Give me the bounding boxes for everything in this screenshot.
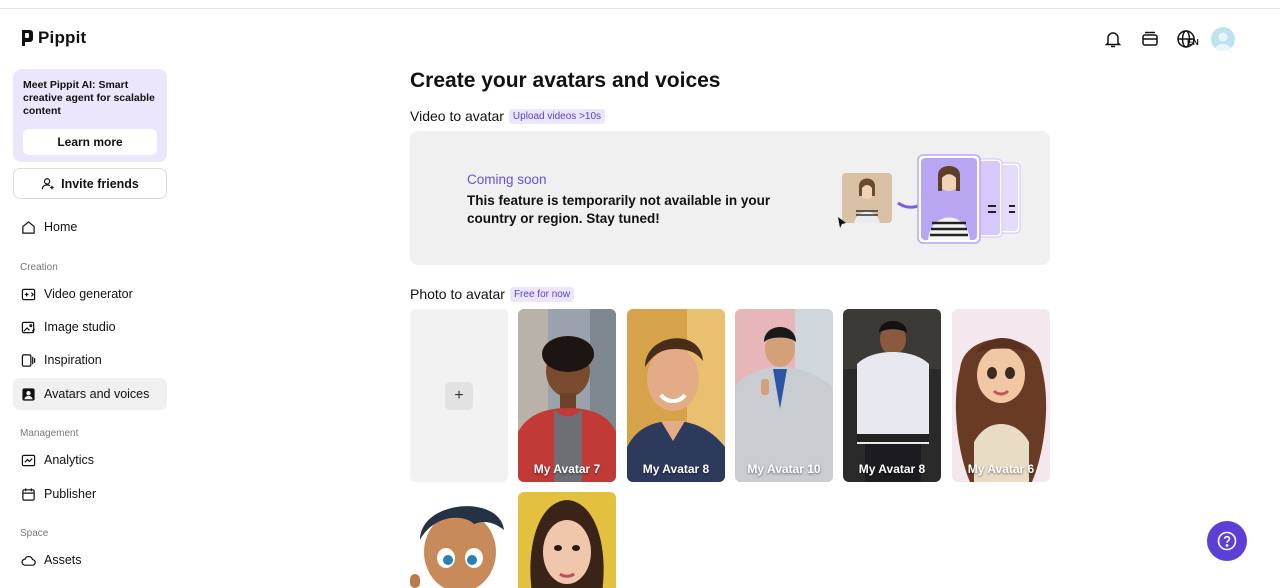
avatar-card[interactable]: My Avatar 7 (518, 309, 616, 482)
pippit-logo-icon (22, 30, 33, 46)
avatar-thumbnail (518, 309, 616, 482)
calendar-icon (22, 487, 35, 501)
video-to-avatar-header: Video to avatar Upload videos >10s (410, 108, 606, 124)
language-code: EN (1187, 37, 1199, 47)
question-icon (1217, 531, 1237, 551)
sidebar-item-publisher[interactable]: Publisher (13, 478, 167, 510)
video-add-icon (21, 288, 36, 300)
cloud-icon (21, 555, 36, 566)
sidebar-item-image-studio[interactable]: Image studio (13, 311, 167, 343)
top-divider (0, 8, 1280, 9)
photo-to-avatar-header: Photo to avatar Free for now (410, 286, 575, 302)
section-title: Video to avatar (410, 108, 504, 124)
invite-friends-button[interactable]: Invite friends (13, 168, 167, 199)
avatar-card[interactable] (518, 492, 616, 588)
section-title: Photo to avatar (410, 286, 505, 302)
sidebar-item-label: Video generator (44, 287, 133, 301)
app-logo[interactable]: Pippit (20, 28, 86, 48)
image-edit-icon (21, 321, 36, 333)
sidebar-item-label: Inspiration (44, 353, 102, 367)
avatar-thumbnail (518, 492, 616, 588)
avatar-thumbnail (627, 309, 725, 482)
avatar-thumbnail (410, 492, 508, 588)
sidebar-item-video-generator[interactable]: Video generator (13, 278, 167, 310)
sidebar-item-label: Avatars and voices (44, 387, 150, 401)
sidebar-item-home[interactable]: Home (13, 211, 167, 243)
sidebar-item-avatars-and-voices[interactable]: Avatars and voices (13, 378, 167, 410)
avatar-name: My Avatar 8 (642, 462, 710, 476)
coming-soon-message: This feature is temporarily not availabl… (467, 193, 771, 226)
user-avatar-icon (1214, 32, 1232, 51)
inspiration-icon (21, 353, 36, 367)
sidebar-item-label: Assets (44, 553, 82, 567)
coming-soon-title: Coming soon (467, 172, 547, 187)
notifications-button[interactable] (1102, 28, 1124, 50)
add-person-icon (41, 177, 54, 189)
promo-card: Meet Pippit AI: Smart creative agent for… (13, 69, 167, 162)
sidebar-item-label: Home (44, 220, 78, 234)
avatar-thumbnail (735, 309, 833, 482)
invite-friends-label: Invite friends (61, 176, 139, 191)
credits-button[interactable] (1139, 28, 1161, 50)
help-button[interactable] (1207, 521, 1247, 561)
page-title: Create your avatars and voices (410, 69, 721, 92)
home-icon (22, 220, 35, 234)
coming-soon-card: Coming soon This feature is temporarily … (410, 131, 1050, 265)
avatar-thumbnail (952, 309, 1050, 482)
learn-more-button[interactable]: Learn more (23, 129, 157, 155)
avatar-card[interactable]: My Avatar 6 (952, 309, 1050, 482)
analytics-icon (21, 454, 36, 466)
add-avatar-tile[interactable]: + (410, 309, 508, 482)
plus-icon: + (445, 381, 473, 410)
sidebar-item-inspiration[interactable]: Inspiration (13, 344, 167, 376)
sidebar-item-label: Analytics (44, 453, 95, 467)
avatar-thumbnail (843, 309, 941, 482)
sidebar-item-assets[interactable]: Assets (13, 544, 167, 576)
stack-icon (1142, 31, 1158, 46)
avatar-icon (22, 387, 35, 401)
avatar-name: My Avatar 10 (747, 462, 821, 476)
avatar-card[interactable]: My Avatar 10 (735, 309, 833, 482)
sidebar-item-label: Image studio (44, 320, 116, 334)
section-label-creation: Creation (20, 262, 58, 273)
upload-hint-tag: Upload videos >10s (508, 108, 606, 124)
app-name: Pippit (38, 28, 87, 47)
sidebar-item-label: Publisher (44, 487, 97, 501)
avatar-name: My Avatar 7 (533, 462, 601, 476)
section-label-space: Space (20, 528, 49, 539)
avatar-name: My Avatar 6 (967, 462, 1035, 476)
sidebar-item-analytics[interactable]: Analytics (13, 444, 167, 476)
user-avatar[interactable] (1211, 27, 1235, 51)
avatar-card[interactable] (410, 492, 508, 588)
section-label-management: Management (20, 428, 79, 439)
avatar-card[interactable]: My Avatar 8 (627, 309, 725, 482)
avatar-card[interactable]: My Avatar 8 (843, 309, 941, 482)
avatar-name: My Avatar 8 (858, 462, 926, 476)
video-to-avatar-illustration (838, 154, 1021, 244)
free-tag: Free for now (509, 286, 575, 302)
promo-text: Meet Pippit AI: Smart creative agent for… (23, 79, 155, 117)
bell-icon (1104, 32, 1122, 48)
